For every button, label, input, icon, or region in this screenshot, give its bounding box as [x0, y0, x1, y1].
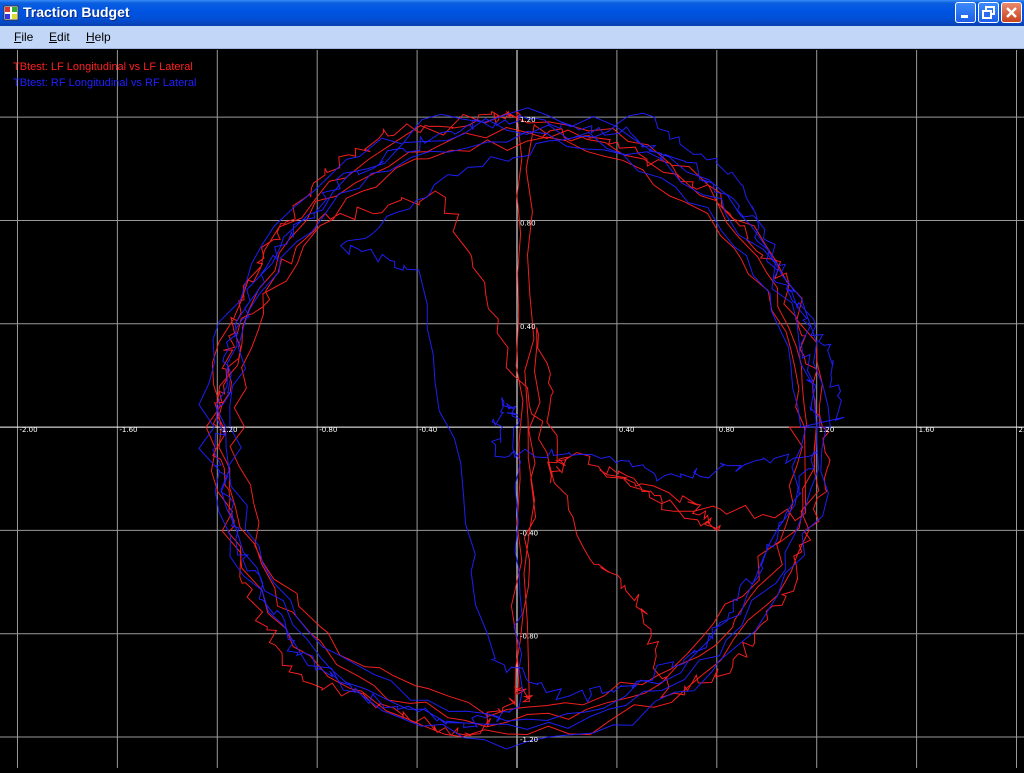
- restore-icon: [982, 6, 995, 19]
- x-tick-label: 0.40: [619, 426, 635, 434]
- y-tick-label: 1.20: [520, 116, 536, 124]
- app-icon[interactable]: [3, 5, 19, 21]
- app-window: Traction Budget File Edit Help -2.00 -1.6…: [0, 0, 1024, 768]
- x-tick-label: 0.80: [719, 426, 735, 434]
- legend-rf-label: TBtest: RF Longitudinal vs RF Lateral: [13, 77, 197, 89]
- close-icon: [1006, 7, 1017, 18]
- y-tick-label: -0.80: [520, 633, 538, 641]
- traction-chart: -2.00 -1.60 -1.20 -0.80 -0.40 0.40 0.80 1.20 1.6…: [0, 50, 1024, 768]
- legend-lf: TBtest: LF Longitudinal vs LF Lateral: [13, 61, 193, 73]
- window-title: Traction Budget: [23, 4, 130, 20]
- menu-help[interactable]: Help: [86, 30, 111, 44]
- restore-button[interactable]: [978, 2, 999, 23]
- x-tick-label: 1.60: [919, 426, 935, 434]
- traction-plot: -2.00 -1.60 -1.20 -0.80 -0.40 0.40 0.80 1.20 1.6…: [0, 50, 1024, 768]
- close-button[interactable]: [1001, 2, 1022, 23]
- legend-rf: TBtest: RF Longitudinal vs RF Lateral: [13, 77, 196, 89]
- x-tick-label: -0.40: [419, 426, 437, 434]
- legend-lf-label: TBtest: LF Longitudinal vs LF Lateral: [13, 61, 193, 73]
- y-tick-label: 0.80: [520, 219, 536, 227]
- x-tick-label: -1.20: [219, 426, 237, 434]
- y-tick-label: -1.20: [520, 736, 538, 744]
- menu-bar: File Edit Help: [0, 26, 1024, 49]
- x-tick-label: -2.00: [19, 426, 37, 434]
- x-tick-label: 1.20: [819, 426, 835, 434]
- x-tick-label: 2.00: [1019, 426, 1024, 434]
- menu-edit[interactable]: Edit: [49, 30, 70, 44]
- x-tick-label: -0.80: [319, 426, 337, 434]
- minimize-icon: [961, 15, 968, 18]
- y-tick-label: -0.40: [520, 529, 538, 537]
- menu-file[interactable]: File: [14, 30, 33, 44]
- y-tick-label: 0.40: [520, 323, 536, 331]
- x-tick-label: -1.60: [119, 426, 137, 434]
- minimize-button[interactable]: [955, 2, 976, 23]
- title-bar[interactable]: Traction Budget: [0, 0, 1024, 26]
